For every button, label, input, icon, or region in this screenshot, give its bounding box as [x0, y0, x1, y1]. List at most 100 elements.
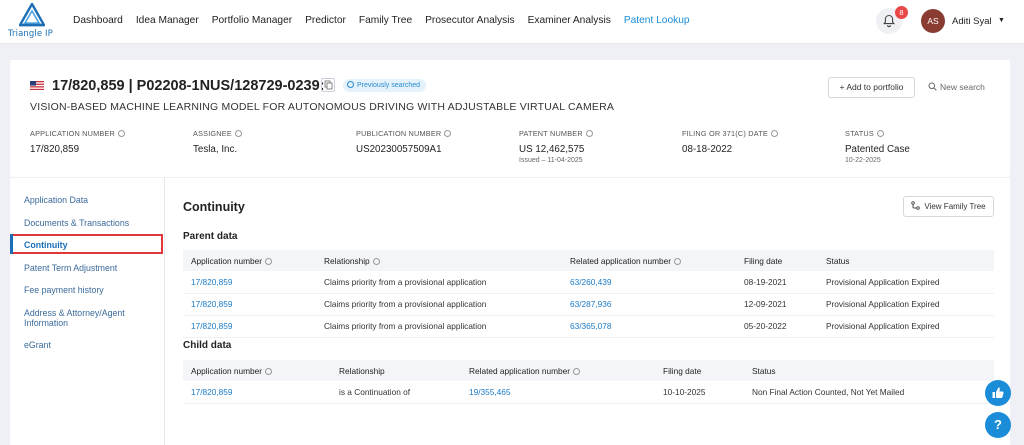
add-to-portfolio-button[interactable]: + Add to portfolio	[828, 77, 915, 98]
continuity-content: Continuity View Family Tree Parent data …	[166, 178, 1010, 445]
avatar[interactable]: AS	[921, 9, 945, 33]
related-application-link[interactable]: 63/260,439	[562, 271, 736, 294]
meta-label: PATENT NUMBER	[519, 129, 583, 138]
nav-patent-lookup[interactable]: Patent Lookup	[624, 15, 690, 26]
active-item-bar	[10, 234, 13, 254]
relationship-cell: Claims priority from a provisional appli…	[316, 315, 562, 338]
column-header: Relationship	[331, 360, 461, 381]
meta-value: US 12,462,575	[519, 144, 585, 155]
related-application-link[interactable]: 19/355,465	[461, 381, 655, 404]
section-title: Continuity	[183, 200, 245, 214]
info-icon[interactable]	[876, 130, 884, 137]
filing-date-cell: 05-20-2022	[736, 315, 818, 338]
application-number-link[interactable]: 17/820,859	[183, 315, 316, 338]
view-family-tree-label: View Family Tree	[924, 202, 986, 211]
column-header: Related application number	[461, 360, 655, 381]
sidebar-item-egrant[interactable]: eGrant	[24, 340, 51, 350]
thumbs-up-icon	[992, 387, 1004, 398]
info-icon[interactable]	[265, 367, 273, 375]
clock-icon	[347, 81, 354, 88]
filing-date-cell: 10-10-2025	[655, 381, 744, 404]
meta-label: PUBLICATION NUMBER	[356, 129, 442, 138]
status-cell: Provisional Application Expired	[818, 315, 994, 338]
sidebar-item-continuity[interactable]: Continuity	[24, 240, 68, 250]
info-icon[interactable]	[234, 130, 242, 137]
column-header: Relationship	[316, 250, 562, 271]
info-icon[interactable]	[117, 130, 125, 137]
meta-value: Tesla, Inc.	[193, 144, 238, 155]
meta-assignee: ASSIGNEE Tesla, Inc.	[193, 129, 242, 155]
previously-searched-label: Previously searched	[357, 82, 421, 89]
table-row: 17/820,859 Claims priority from a provis…	[183, 271, 994, 294]
triangle-logo-icon	[19, 3, 45, 27]
table-row: 17/820,859 Claims priority from a provis…	[183, 293, 994, 316]
logo[interactable]: Triangle IP	[8, 3, 56, 41]
parent-data-table: Application number Relationship Related …	[183, 250, 994, 338]
patent-id-heading: 17/820,859 | P02208-1NUS/128729-0239:	[52, 78, 325, 94]
sidebar-item-address-attorney[interactable]: Address & Attorney/Agent Information	[24, 308, 146, 328]
meta-value: US20230057509A1	[356, 144, 442, 155]
column-header: Application number	[183, 360, 331, 381]
feedback-button[interactable]	[985, 380, 1011, 406]
copy-button[interactable]	[321, 78, 335, 92]
column-header: Filing date	[736, 250, 818, 271]
patent-title: VISION-BASED MACHINE LEARNING MODEL FOR …	[30, 101, 615, 113]
us-flag-icon	[30, 81, 44, 90]
meta-value: 08-18-2022	[682, 144, 733, 155]
sidebar-item-fee-payment-history[interactable]: Fee payment history	[24, 285, 104, 295]
meta-label: ASSIGNEE	[193, 129, 232, 138]
meta-sub: 10-22-2025	[845, 157, 881, 164]
relationship-cell: is a Continuation of	[331, 381, 461, 404]
tree-icon	[911, 201, 921, 210]
nav-idea-manager[interactable]: Idea Manager	[136, 15, 199, 26]
sidebar-item-patent-term-adjustment[interactable]: Patent Term Adjustment	[24, 263, 117, 273]
user-name[interactable]: Aditi Syal	[952, 16, 992, 27]
status-cell: Non Final Action Counted, Not Yet Mailed	[744, 381, 994, 404]
new-search-label: New search	[940, 82, 985, 92]
application-number-link[interactable]: 17/820,859	[183, 293, 316, 316]
info-icon[interactable]	[444, 130, 452, 137]
column-header: Filing date	[655, 360, 744, 381]
info-icon[interactable]	[265, 257, 273, 265]
nav-predictor[interactable]: Predictor	[305, 15, 346, 26]
caret-down-icon[interactable]: ▼	[998, 17, 1005, 24]
meta-status: STATUS Patented Case 10-22-2025	[845, 129, 910, 164]
meta-sub: Issued – 11-04-2025	[519, 157, 583, 164]
table-row: 17/820,859 is a Continuation of 19/355,4…	[183, 381, 994, 404]
info-icon[interactable]	[770, 130, 778, 137]
notification-count-badge: 8	[895, 6, 908, 19]
meta-label: FILING OR 371(C) DATE	[682, 129, 768, 138]
info-icon[interactable]	[573, 367, 581, 375]
related-application-link[interactable]: 63/287,936	[562, 293, 736, 316]
nav-portfolio-manager[interactable]: Portfolio Manager	[212, 15, 292, 26]
nav-prosecutor-analysis[interactable]: Prosecutor Analysis	[425, 15, 514, 26]
parent-data-title: Parent data	[183, 231, 238, 242]
detail-panel: Application Data Documents & Transaction…	[10, 178, 1010, 445]
application-number-link[interactable]: 17/820,859	[183, 381, 331, 404]
previously-searched-badge: Previously searched	[343, 79, 427, 92]
column-header: Status	[818, 250, 994, 271]
filing-date-cell: 12-09-2021	[736, 293, 818, 316]
nav-dashboard[interactable]: Dashboard	[73, 15, 123, 26]
meta-value: 17/820,859	[30, 144, 80, 155]
related-application-link[interactable]: 63/365,078	[562, 315, 736, 338]
relationship-cell: Claims priority from a provisional appli…	[316, 271, 562, 294]
meta-patent-number: PATENT NUMBER US 12,462,575 Issued – 11-…	[519, 129, 593, 164]
table-row: 17/820,859 Claims priority from a provis…	[183, 315, 994, 338]
meta-application-number: APPLICATION NUMBER 17/820,859	[30, 129, 125, 155]
main-nav: Dashboard Idea Manager Portfolio Manager…	[73, 15, 690, 26]
info-icon[interactable]	[674, 257, 682, 265]
status-cell: Provisional Application Expired	[818, 271, 994, 294]
column-header: Status	[744, 360, 994, 381]
nav-family-tree[interactable]: Family Tree	[359, 15, 412, 26]
sidebar-item-application-data[interactable]: Application Data	[24, 195, 88, 205]
application-number-link[interactable]: 17/820,859	[183, 271, 316, 294]
info-icon[interactable]	[372, 257, 380, 265]
new-search-button[interactable]: New search	[928, 77, 985, 98]
patent-summary-card: 17/820,859 | P02208-1NUS/128729-0239: Pr…	[10, 60, 1010, 177]
help-button[interactable]: ?	[985, 412, 1011, 438]
sidebar-item-documents-transactions[interactable]: Documents & Transactions	[24, 218, 129, 228]
nav-examiner-analysis[interactable]: Examiner Analysis	[528, 15, 611, 26]
view-family-tree-button[interactable]: View Family Tree	[903, 196, 994, 217]
info-icon[interactable]	[585, 130, 593, 137]
